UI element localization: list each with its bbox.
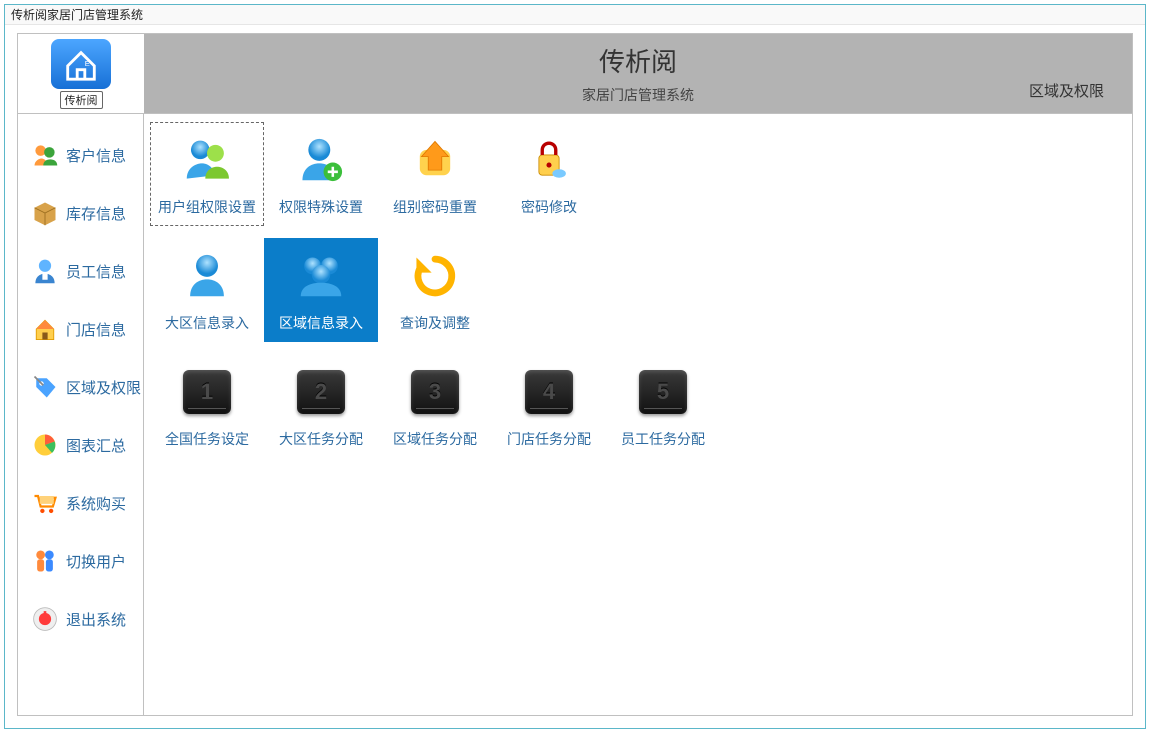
arrow-up-icon (408, 123, 462, 197)
sidebar-item-label: 退出系统 (66, 609, 126, 630)
tile-label: 组别密码重置 (393, 197, 477, 217)
sidebar-item-4[interactable]: 区域及权限 (18, 358, 143, 416)
chart-icon (30, 430, 60, 460)
sidebar: 客户信息库存信息员工信息门店信息区域及权限图表汇总系统购买切换用户退出系统 (18, 114, 144, 715)
tile-label: 密码修改 (521, 197, 577, 217)
sidebar-item-0[interactable]: 客户信息 (18, 126, 143, 184)
sidebar-item-label: 图表汇总 (66, 435, 126, 456)
tile-label: 门店任务分配 (507, 429, 591, 449)
tile-label: 区域任务分配 (393, 429, 477, 449)
sidebar-item-6[interactable]: 系统购买 (18, 474, 143, 532)
group-perm-icon (180, 123, 234, 197)
tile-2-1[interactable]: 2 大区任务分配 (264, 354, 378, 458)
tile-1-1[interactable]: 区域信息录入 (264, 238, 378, 342)
tile-label: 员工任务分配 (621, 429, 705, 449)
lock-icon (522, 123, 576, 197)
tile-label: 用户组权限设置 (158, 197, 256, 217)
hdd: 2 (297, 355, 345, 429)
cart-icon (30, 488, 60, 518)
sidebar-item-label: 系统购买 (66, 493, 126, 514)
header-banner: E 传析阅 传析阅 家居门店管理系统 区域及权限 (18, 34, 1132, 114)
hdd: 1 (183, 355, 231, 429)
tile-label: 区域信息录入 (279, 313, 363, 333)
users-icon (30, 140, 60, 170)
tile-label: 大区任务分配 (279, 429, 363, 449)
hdd-icon: 2 (297, 370, 345, 414)
sidebar-item-7[interactable]: 切换用户 (18, 532, 143, 590)
tile-label: 权限特殊设置 (279, 197, 363, 217)
logo-box: E 传析阅 (18, 34, 144, 113)
sidebar-item-label: 库存信息 (66, 203, 126, 224)
tile-label: 全国任务设定 (165, 429, 249, 449)
tile-2-4[interactable]: 5 员工任务分配 (606, 354, 720, 458)
sidebar-item-label: 切换用户 (66, 551, 126, 572)
hdd: 4 (525, 355, 573, 429)
hdd-icon: 5 (639, 370, 687, 414)
sidebar-item-label: 门店信息 (66, 319, 126, 340)
content-frame: E 传析阅 传析阅 家居门店管理系统 区域及权限 客户信息库存信息员工信息门店信… (17, 33, 1133, 716)
tile-label: 大区信息录入 (165, 313, 249, 333)
sidebar-item-3[interactable]: 门店信息 (18, 300, 143, 358)
hdd: 5 (639, 355, 687, 429)
tile-0-0[interactable]: 用户组权限设置 (150, 122, 264, 226)
tile-0-1[interactable]: 权限特殊设置 (264, 122, 378, 226)
hdd-icon: 1 (183, 370, 231, 414)
tile-2-2[interactable]: 3 区域任务分配 (378, 354, 492, 458)
refresh-icon (408, 239, 462, 313)
tile-row-1: 大区信息录入 区域信息录入 查询及调整 (150, 238, 1126, 342)
section-title: 区域及权限 (1029, 80, 1104, 101)
hdd: 3 (411, 355, 459, 429)
sidebar-item-2[interactable]: 员工信息 (18, 242, 143, 300)
logo-text: 传析阅 (60, 91, 103, 109)
person-icon (180, 239, 234, 313)
app-subtitle: 家居门店管理系统 (582, 85, 694, 105)
tile-2-0[interactable]: 1 全国任务设定 (150, 354, 264, 458)
tile-2-3[interactable]: 4 门店任务分配 (492, 354, 606, 458)
hdd-icon: 3 (411, 370, 459, 414)
tag-icon (30, 372, 60, 402)
window-title: 传析阅家居门店管理系统 (5, 5, 1145, 25)
sidebar-item-5[interactable]: 图表汇总 (18, 416, 143, 474)
tile-0-2[interactable]: 组别密码重置 (378, 122, 492, 226)
app-title: 传析阅 (599, 42, 677, 79)
hdd-icon: 4 (525, 370, 573, 414)
tile-label: 查询及调整 (400, 313, 470, 333)
sidebar-item-1[interactable]: 库存信息 (18, 184, 143, 242)
store-icon (30, 314, 60, 344)
tile-row-2: 1 全国任务设定 2 大区任务分配 3 区域任务分配 4 门店任务分配 5 员工任务分配 (150, 354, 1126, 458)
group-icon (294, 239, 348, 313)
employee-icon (30, 256, 60, 286)
tile-row-0: 用户组权限设置 权限特殊设置 组别密码重置 密码修改 (150, 122, 1126, 226)
user-add-icon (294, 123, 348, 197)
switch-user-icon (30, 546, 60, 576)
sidebar-item-label: 区域及权限 (66, 377, 141, 398)
logo-icon: E (51, 39, 111, 89)
sidebar-item-label: 客户信息 (66, 145, 126, 166)
svg-text:E: E (85, 58, 90, 67)
tile-0-3[interactable]: 密码修改 (492, 122, 606, 226)
tile-1-0[interactable]: 大区信息录入 (150, 238, 264, 342)
exit-icon (30, 604, 60, 634)
sidebar-item-8[interactable]: 退出系统 (18, 590, 143, 648)
main-panel: 用户组权限设置 权限特殊设置 组别密码重置 密码修改大区信息录入 区域信息录入 查询及调整… (144, 114, 1132, 715)
box-icon (30, 198, 60, 228)
header-center: 传析阅 家居门店管理系统 区域及权限 (144, 34, 1132, 113)
app-window: 传析阅家居门店管理系统 E 传析阅 传析阅 家居门店管理系统 区域及权限 客户信… (4, 4, 1146, 729)
sidebar-item-label: 员工信息 (66, 261, 126, 282)
tile-1-2[interactable]: 查询及调整 (378, 238, 492, 342)
